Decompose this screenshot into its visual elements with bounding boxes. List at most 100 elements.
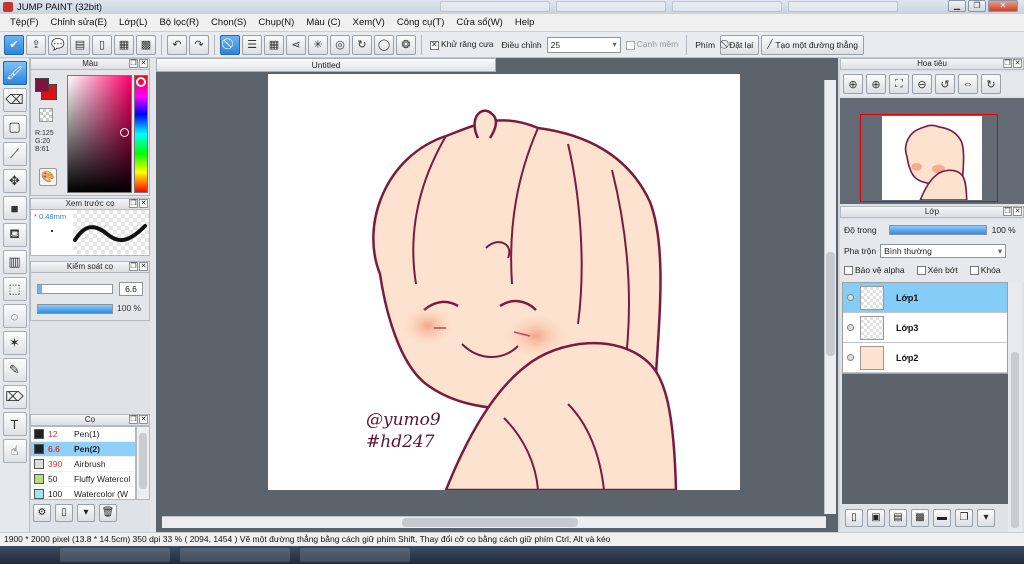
grid-layout-icon[interactable]: ▩ (136, 34, 156, 55)
panel-layout-icon[interactable]: ▦ (114, 34, 134, 55)
concentric-ruler-icon[interactable]: ◎ (330, 34, 350, 55)
menu-tools[interactable]: Công cụ(T) (391, 17, 451, 28)
document-tab[interactable]: Untitled (156, 58, 496, 72)
brush-item-pen2[interactable]: 6.6 Pen(2) (31, 442, 135, 457)
brush-opacity-slider[interactable] (37, 304, 113, 314)
flip-icon[interactable]: ⇔ (958, 74, 978, 94)
float-icon[interactable]: ❐ (1003, 59, 1012, 68)
drawing-canvas[interactable]: @yumo9 #hd247 (268, 74, 740, 490)
brush-tool-icon[interactable]: 🖌 (2, 61, 27, 85)
clipping-toggle[interactable]: Xén bớt (916, 265, 958, 275)
menu-layer[interactable]: Lớp(L) (113, 17, 153, 28)
menu-color[interactable]: Màu (C) (300, 17, 346, 28)
select-pen-tool-icon[interactable]: ✎ (2, 358, 27, 382)
scroll-thumb[interactable] (826, 252, 835, 356)
rectangle-tool-icon[interactable]: ▢ (2, 115, 27, 139)
reset-button[interactable]: ⃠Đặt lại (720, 34, 760, 55)
grid-ruler-icon[interactable]: ▦ (264, 34, 284, 55)
layer-row-lop1[interactable]: Lớp1 (843, 283, 1007, 313)
layer-opacity-slider[interactable] (888, 225, 987, 235)
minimize-button[interactable]: ▁ (948, 0, 966, 12)
scroll-thumb[interactable] (402, 518, 578, 527)
brush-item-watercolor[interactable]: 100 Watercolor (W (31, 487, 135, 499)
text-tool-icon[interactable]: T (2, 412, 27, 436)
taskbar-item[interactable] (60, 548, 170, 562)
radial-ruler-icon[interactable]: ✳ (308, 34, 328, 55)
visibility-icon[interactable] (847, 324, 854, 331)
straight-line-button[interactable]: ╱ Tạo một đường thẳng (761, 34, 864, 55)
new-brush-icon[interactable]: ▯ (55, 504, 73, 522)
canvas-horizontal-scrollbar[interactable] (162, 516, 826, 528)
lock-checkbox[interactable] (969, 265, 979, 275)
delete-brush-icon[interactable]: 🗑 (99, 504, 117, 522)
text-box-icon[interactable]: ▤ (70, 34, 90, 55)
zoom-out-icon[interactable]: ⊖ (912, 74, 932, 94)
scroll-thumb[interactable] (1011, 352, 1019, 528)
fit-window-icon[interactable]: ⛶ (889, 74, 909, 94)
layer-blend-dropdown[interactable]: Bình thường (880, 244, 1007, 258)
soft-edge-checkbox[interactable] (625, 40, 635, 50)
close-icon[interactable]: ✕ (139, 262, 148, 271)
undo-icon[interactable]: ↶ (167, 34, 187, 55)
duplicate-layer-icon[interactable]: ❐ (955, 509, 973, 527)
close-icon[interactable]: ✕ (1013, 207, 1022, 216)
menu-help[interactable]: Help (509, 17, 541, 28)
redo-icon[interactable]: ↷ (189, 34, 209, 55)
scroll-thumb[interactable] (139, 433, 147, 489)
antialias-toggle[interactable]: Khử răng cưa (430, 39, 494, 50)
float-icon[interactable]: ❐ (129, 199, 138, 208)
visibility-icon[interactable] (847, 354, 854, 361)
visibility-icon[interactable] (847, 294, 854, 301)
hand-tool-icon[interactable]: ☝ (2, 439, 27, 463)
canvas-vertical-scrollbar[interactable] (824, 80, 836, 514)
float-icon[interactable]: ❐ (1003, 207, 1012, 216)
brush-menu-icon[interactable]: ▾ (77, 504, 95, 522)
close-icon[interactable]: ✕ (139, 199, 148, 208)
ellipse-ruler-icon[interactable]: ◯ (374, 34, 394, 55)
fill-rect-tool-icon[interactable]: ■ (2, 196, 27, 220)
move-tool-icon[interactable]: ✥ (2, 169, 27, 193)
brush-list-scrollbar[interactable] (136, 426, 150, 500)
magic-wand-tool-icon[interactable]: ✶ (2, 331, 27, 355)
rotate-right-icon[interactable]: ↻ (981, 74, 1001, 94)
menu-window[interactable]: Cửa sổ(W) (450, 17, 508, 28)
float-icon[interactable]: ❐ (129, 415, 138, 424)
layer-row-lop2[interactable]: Lớp2 (843, 343, 1007, 373)
new-8bit-layer-icon[interactable]: ▤ (889, 509, 907, 527)
menu-select[interactable]: Chọn(S) (205, 17, 252, 28)
close-icon[interactable]: ✕ (139, 415, 148, 424)
symmetry-ruler-icon[interactable]: ❂ (396, 34, 416, 55)
parallel-ruler-icon[interactable]: ☰ (242, 34, 262, 55)
taskbar-item[interactable] (300, 548, 410, 562)
select-eraser-tool-icon[interactable]: ⌦ (2, 385, 27, 409)
float-icon[interactable]: ❐ (129, 262, 138, 271)
foreground-color-swatch[interactable] (35, 78, 49, 92)
layer-row-lop3[interactable]: Lớp3 (843, 313, 1007, 343)
navigator-view-frame[interactable] (860, 114, 998, 202)
rect-select-tool-icon[interactable]: ⬚ (2, 277, 27, 301)
new-folder-icon[interactable]: ▬ (933, 509, 951, 527)
hue-cursor[interactable] (136, 77, 146, 87)
curve-ruler-icon[interactable]: ↻ (352, 34, 372, 55)
antialias-checkbox[interactable] (430, 40, 439, 50)
close-icon[interactable]: ✕ (1013, 59, 1022, 68)
new-layer-icon[interactable]: ▯ (845, 509, 863, 527)
transparent-color-swatch[interactable] (39, 108, 53, 122)
saturation-value-picker[interactable] (67, 75, 132, 193)
bucket-tool-icon[interactable]: ⛾ (2, 223, 27, 247)
taskbar-item[interactable] (180, 548, 290, 562)
menu-capture[interactable]: Chụp(N) (252, 17, 300, 28)
zoom-reset-icon[interactable]: ⊕ (843, 74, 863, 94)
maximize-button[interactable]: ❐ (968, 0, 986, 12)
adjust-dropdown[interactable]: 25 (546, 36, 621, 53)
gradient-tool-icon[interactable]: ▥ (2, 250, 27, 274)
menu-edit[interactable]: Chỉnh sửa(E) (45, 17, 114, 28)
zoom-in-icon[interactable]: ⊕ (866, 74, 886, 94)
perspective-ruler-icon[interactable]: ⋖ (286, 34, 306, 55)
lock-toggle[interactable]: Khóa (969, 265, 1001, 275)
menu-view[interactable]: Xem(V) (347, 17, 391, 28)
line-tool-icon[interactable]: ⟋ (2, 142, 27, 166)
layer-menu-icon[interactable]: ▾ (977, 509, 995, 527)
check-icon[interactable]: ✔ (4, 34, 24, 55)
new-halftone-layer-icon[interactable]: ▣ (867, 509, 885, 527)
